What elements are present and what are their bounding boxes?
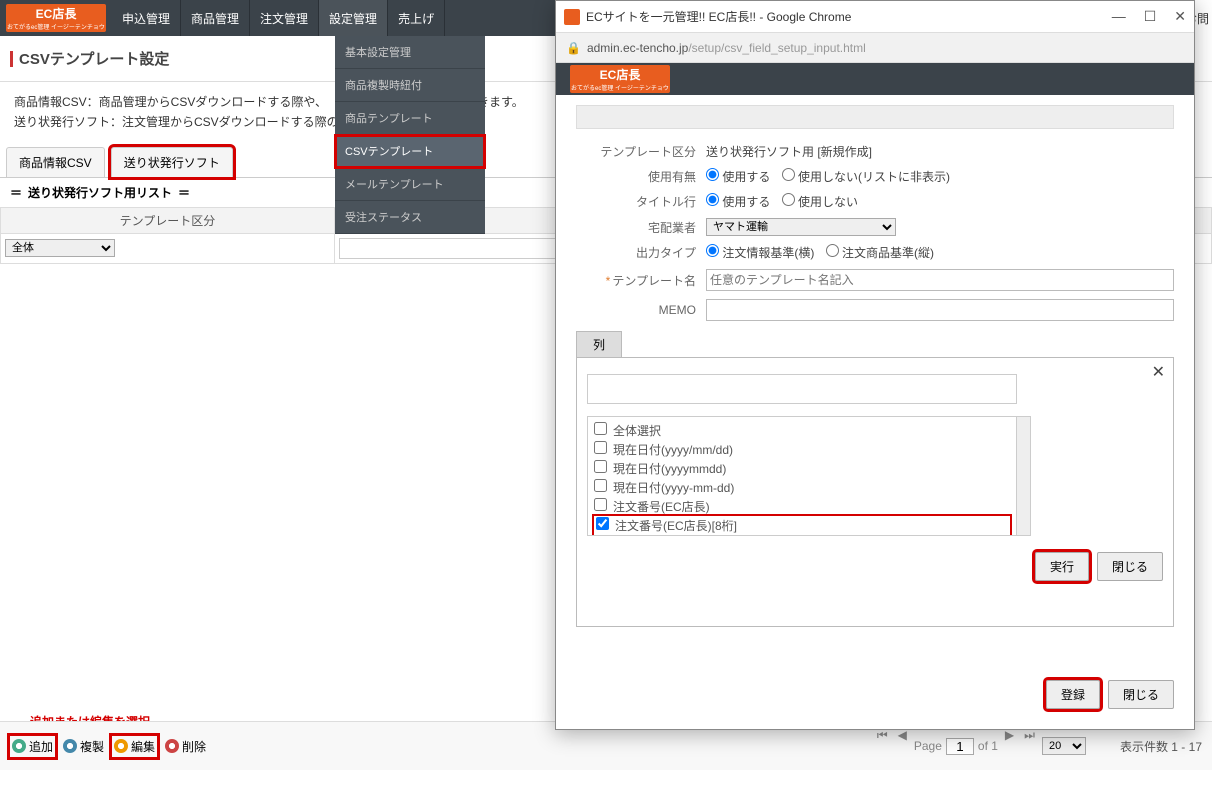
duplicate-button[interactable]: 複製: [63, 738, 104, 755]
pager-last-icon[interactable]: ⏭: [1021, 728, 1038, 764]
pager-first-icon[interactable]: ⏮: [874, 728, 891, 764]
minimize-icon[interactable]: ―: [1112, 8, 1126, 25]
execute-button[interactable]: 実行: [1035, 552, 1089, 581]
label-kubun: テンプレート区分: [576, 143, 706, 160]
tab-columns[interactable]: 列: [576, 331, 622, 357]
pager-next-icon[interactable]: ▶: [1002, 728, 1017, 764]
close-button-footer[interactable]: 閉じる: [1108, 680, 1174, 709]
label-memo: MEMO: [576, 303, 706, 317]
check-item-1[interactable]: 現在日付(yyyy/mm/dd): [594, 440, 1010, 459]
delete-icon: [165, 739, 179, 753]
radio-outtype-v[interactable]: 注文商品基準(縦): [826, 246, 934, 260]
check-item-5[interactable]: 注文番号(EC店長)[8桁]: [594, 516, 1010, 535]
label-carrier: 宅配業者: [576, 219, 706, 236]
dropdown-item-3[interactable]: CSVテンプレート: [335, 135, 485, 168]
check-item-0[interactable]: 全体選択: [594, 421, 1010, 440]
delete-button[interactable]: 削除: [165, 738, 206, 755]
column-checklist: 全体選択現在日付(yyyy/mm/dd)現在日付(yyyymmdd)現在日付(y…: [587, 416, 1017, 536]
close-window-icon[interactable]: ✕: [1174, 8, 1186, 25]
pager-prev-icon[interactable]: ◀: [895, 728, 910, 764]
label-outtype: 出力タイプ: [576, 244, 706, 261]
nav-item-0[interactable]: 申込管理: [112, 0, 181, 36]
popup-window: ECサイトを一元管理!! EC店長!! - Google Chrome ― ☐ …: [555, 0, 1195, 730]
add-button[interactable]: 追加: [10, 736, 55, 757]
pager-count: 表示件数 1 - 17: [1120, 738, 1202, 755]
tab-shipping-soft[interactable]: 送り状発行ソフト: [111, 147, 233, 177]
radio-title-yes[interactable]: 使用する: [706, 195, 770, 209]
pager-page-input[interactable]: [946, 738, 974, 755]
dropdown-item-4[interactable]: メールテンプレート: [335, 168, 485, 201]
pager: ⏮ ◀ Page of 1 ▶ ⏭ 20 表示件数 1 - 17: [874, 728, 1202, 764]
check-item-2[interactable]: 現在日付(yyyymmdd): [594, 459, 1010, 478]
popup-logo-bar: EC店長おてがるec管理 イージーテンチョウ: [556, 63, 1194, 95]
lock-icon: 🔒: [566, 41, 581, 55]
maximize-icon[interactable]: ☐: [1144, 8, 1157, 25]
input-memo[interactable]: [706, 299, 1174, 321]
radio-outtype-h[interactable]: 注文情報基準(横): [706, 246, 814, 260]
radio-title-no[interactable]: 使用しない: [782, 195, 858, 209]
scrollbar[interactable]: [1017, 416, 1031, 536]
column-selector-panel: ✕ 全体選択現在日付(yyyy/mm/dd)現在日付(yyyymmdd)現在日付…: [576, 357, 1174, 627]
popup-title: ECサイトを一元管理!! EC店長!! - Google Chrome: [586, 8, 851, 25]
tab-product-csv[interactable]: 商品情報CSV: [6, 147, 105, 177]
dropdown-item-5[interactable]: 受注ステータス: [335, 201, 485, 234]
col-kubun: テンプレート区分: [1, 207, 335, 233]
dropdown-item-1[interactable]: 商品複製時紐付: [335, 69, 485, 102]
radio-use-no[interactable]: 使用しない(リストに非表示): [782, 170, 950, 184]
popup-url-bar: 🔒 admin.ec-tencho.jp/setup/csv_field_set…: [556, 33, 1194, 63]
popup-titlebar: ECサイトを一元管理!! EC店長!! - Google Chrome ― ☐ …: [556, 1, 1194, 33]
notice-box: [576, 105, 1174, 129]
pager-size-select[interactable]: 20: [1042, 737, 1086, 755]
input-template-name[interactable]: [706, 269, 1174, 291]
nav-item-4[interactable]: 売上げ: [388, 0, 445, 36]
page-title: CSVテンプレート設定: [19, 48, 169, 69]
label-use: 使用有無: [576, 168, 706, 185]
dropdown-item-2[interactable]: 商品テンプレート: [335, 102, 485, 135]
register-button[interactable]: 登録: [1046, 680, 1100, 709]
value-kubun: 送り状発行ソフト用 [新規作成]: [706, 143, 1174, 160]
check-item-4[interactable]: 注文番号(EC店長): [594, 497, 1010, 516]
nav-item-2[interactable]: 注文管理: [250, 0, 319, 36]
logo: EC店長おてがるec管理 イージーテンチョウ: [6, 4, 106, 32]
add-icon: [12, 739, 26, 753]
favicon-icon: [564, 9, 580, 25]
nav-item-3[interactable]: 設定管理: [319, 0, 388, 36]
label-titlerow: タイトル行: [576, 193, 706, 210]
dropdown-item-0[interactable]: 基本設定管理: [335, 36, 485, 69]
nav-item-1[interactable]: 商品管理: [181, 0, 250, 36]
radio-use-yes[interactable]: 使用する: [706, 170, 770, 184]
close-button[interactable]: 閉じる: [1097, 552, 1163, 581]
column-search-input[interactable]: [587, 374, 1017, 404]
edit-icon: [114, 739, 128, 753]
check-item-6[interactable]: 注文番号(モール): [594, 535, 1010, 536]
check-item-3[interactable]: 現在日付(yyyy-mm-dd): [594, 478, 1010, 497]
settings-dropdown: 基本設定管理商品複製時紐付商品テンプレートCSVテンプレートメールテンプレート受…: [335, 36, 485, 234]
close-icon[interactable]: ✕: [1152, 362, 1165, 382]
logo: EC店長おてがるec管理 イージーテンチョウ: [570, 65, 670, 93]
edit-button[interactable]: 編集: [112, 736, 157, 757]
select-carrier[interactable]: ヤマト運輸: [706, 218, 896, 236]
duplicate-icon: [63, 739, 77, 753]
filter-kubun[interactable]: 全体: [5, 239, 115, 257]
label-name: *テンプレート名: [576, 272, 706, 289]
